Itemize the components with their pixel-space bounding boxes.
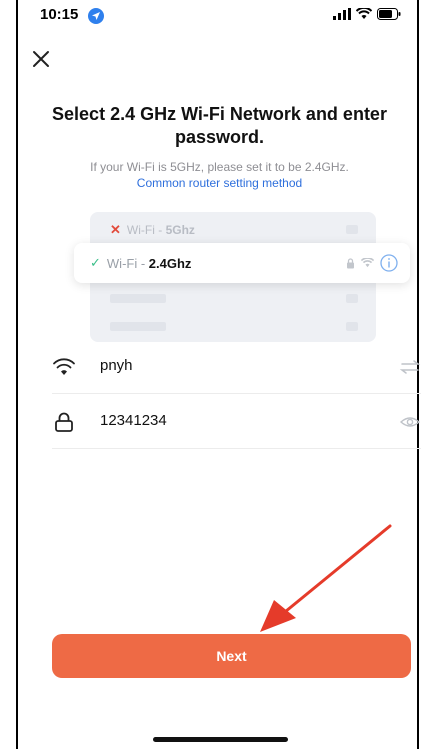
placeholder-block xyxy=(346,322,358,331)
pointer-arrow xyxy=(260,524,392,632)
page-title: Select 2.4 GHz Wi-Fi Network and enter p… xyxy=(52,104,387,147)
wifi-24g-card: ✓ Wi-Fi - 2.4Ghz xyxy=(74,243,410,283)
password-field[interactable]: 12341234 xyxy=(52,395,421,449)
placeholder-block xyxy=(346,225,358,234)
wifi-icon xyxy=(361,258,374,268)
eye-icon[interactable] xyxy=(399,412,421,432)
card-icons xyxy=(346,254,398,272)
password-value[interactable]: 12341234 xyxy=(100,412,167,429)
info-icon xyxy=(380,254,398,272)
status-icons xyxy=(333,8,401,20)
location-arrow-icon xyxy=(88,8,104,24)
wifi-network-field[interactable]: pnyh xyxy=(52,340,421,394)
status-time: 10:15 xyxy=(40,6,79,23)
wifi-icon xyxy=(53,358,75,375)
wifi-5g-row: ✕ Wi-Fi - 5Ghz xyxy=(110,222,195,238)
lock-icon xyxy=(347,257,354,268)
close-icon[interactable] xyxy=(30,48,52,70)
check-icon: ✓ xyxy=(90,255,101,270)
lock-icon xyxy=(55,412,73,432)
signal-bars-icon xyxy=(333,8,351,20)
home-indicator xyxy=(153,737,288,742)
wifi-5g-label: Wi-Fi - 5Ghz xyxy=(126,223,195,237)
wifi-name-value[interactable]: pnyh xyxy=(100,357,133,374)
placeholder-bar xyxy=(110,322,166,331)
placeholder-block xyxy=(346,294,358,303)
phone-screen: 10:15 Select 2.4 GHz Wi-Fi Network and e… xyxy=(16,0,421,749)
wifi-icon xyxy=(356,8,372,19)
battery-icon xyxy=(377,8,401,20)
band-hint: If your Wi-Fi is 5GHz, please set it to … xyxy=(90,160,349,174)
cross-icon: ✕ xyxy=(110,222,121,237)
placeholder-bar xyxy=(110,294,166,303)
switch-network-icon[interactable] xyxy=(399,357,421,377)
router-setting-link[interactable]: Common router setting method xyxy=(38,176,401,190)
wifi-24g-label: Wi-Fi - 2.4Ghz xyxy=(106,255,192,271)
wifi-24g-row: ✓ Wi-Fi - 2.4Ghz xyxy=(90,255,191,271)
status-bar: 10:15 xyxy=(18,0,417,30)
next-button[interactable]: Next xyxy=(52,634,411,678)
